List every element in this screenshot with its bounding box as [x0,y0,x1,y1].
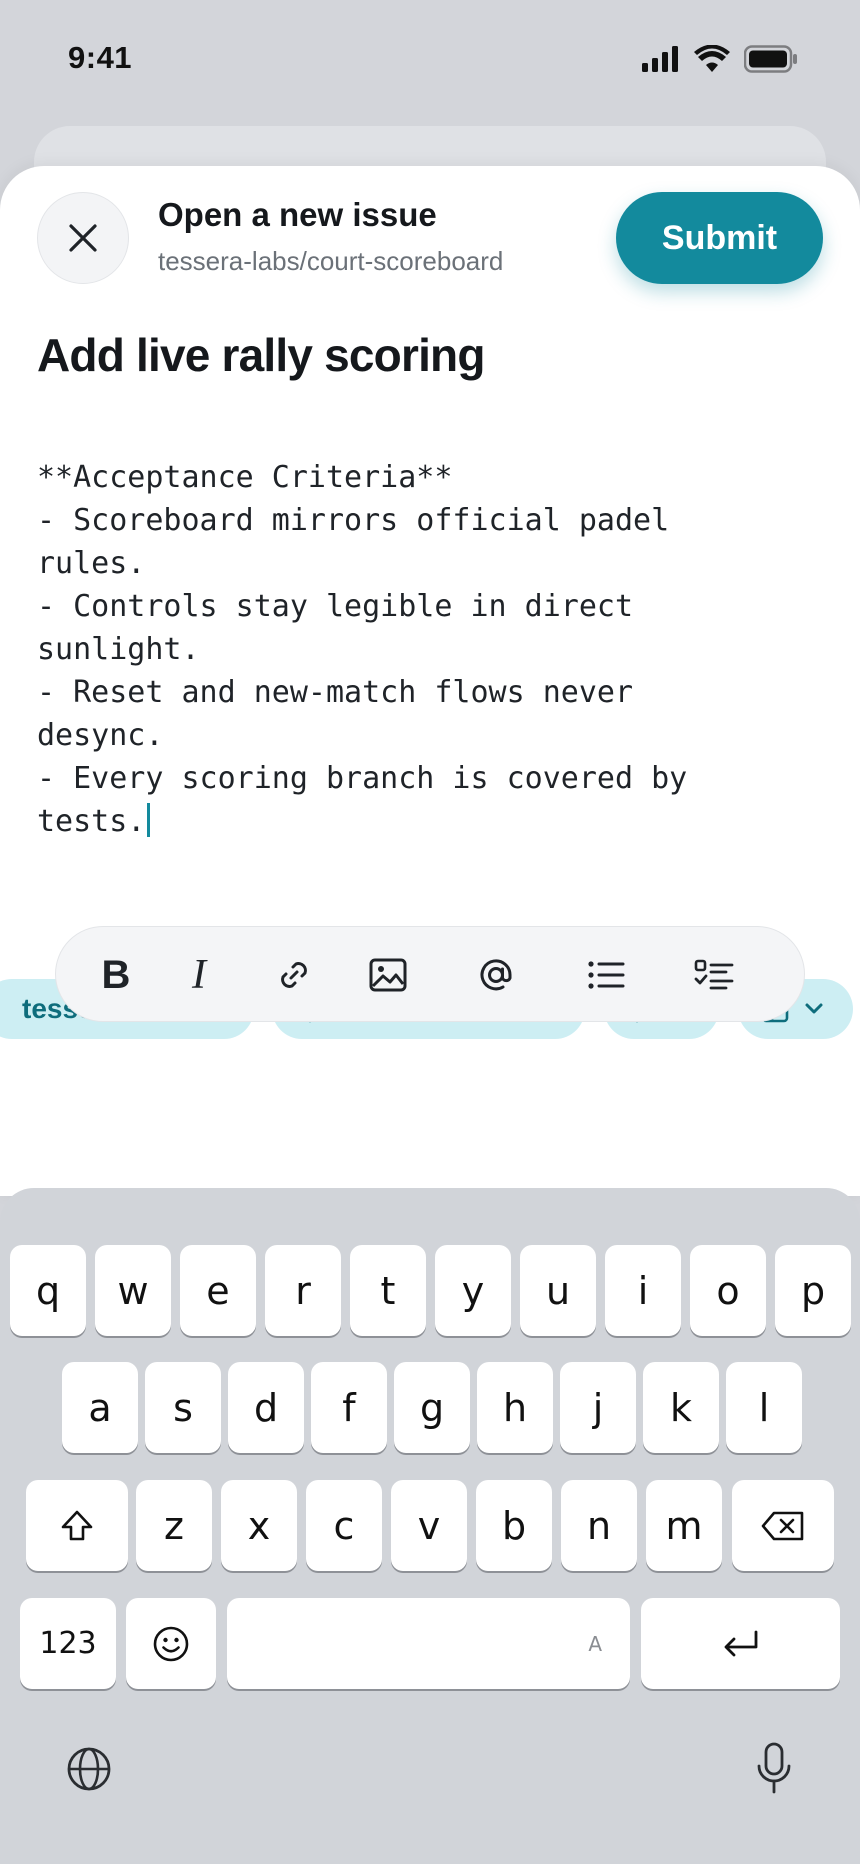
mention-button[interactable] [466,945,526,1005]
key-y[interactable]: y [435,1245,511,1336]
status-bar: 9:41 [0,0,860,120]
numbers-key[interactable]: 123 [20,1598,116,1689]
shift-icon [61,1510,93,1540]
sheet-title: Open a new issue [158,196,437,233]
italic-button[interactable]: I [169,945,229,1005]
new-issue-sheet: Open a new issue tessera-labs/court-scor… [0,166,860,1196]
close-icon [69,224,97,252]
globe-icon [67,1747,111,1791]
link-button[interactable] [264,945,324,1005]
issue-title-input[interactable]: Add live rally scoring [37,328,485,382]
key-q[interactable]: q [10,1245,86,1336]
key-w[interactable]: w [95,1245,171,1336]
key-m[interactable]: m [646,1480,722,1571]
bullet-list-button[interactable] [576,945,636,1005]
key-x[interactable]: x [221,1480,297,1571]
close-button[interactable] [37,192,129,284]
italic-icon: I [192,952,206,998]
text-cursor [147,803,151,837]
submit-button[interactable]: Submit [616,192,823,284]
bold-icon: B [101,952,131,997]
image-button[interactable] [358,945,418,1005]
issue-body-text: **Acceptance Criteria** - Scoreboard mir… [37,460,688,839]
key-k[interactable]: k [643,1362,719,1453]
formatting-toolbar: B I [55,926,805,1022]
key-v[interactable]: v [391,1480,467,1571]
space-key[interactable]: A [227,1598,630,1689]
key-l[interactable]: l [726,1362,802,1453]
key-j[interactable]: j [560,1362,636,1453]
key-e[interactable]: e [180,1245,256,1336]
key-g[interactable]: g [394,1362,470,1453]
mention-icon [480,959,512,991]
key-i[interactable]: i [605,1245,681,1336]
microphone-icon [757,1742,791,1794]
return-key[interactable] [641,1598,840,1689]
chevron-down-icon [805,1003,823,1014]
task-list-button[interactable] [684,945,744,1005]
key-s[interactable]: s [145,1362,221,1453]
key-c[interactable]: c [306,1480,382,1571]
key-o[interactable]: o [690,1245,766,1336]
globe-button[interactable] [62,1742,116,1796]
link-icon [281,962,307,988]
bullet-list-icon [588,961,625,989]
status-time: 9:41 [68,40,133,75]
battery-icon [744,45,797,73]
key-d[interactable]: d [228,1362,304,1453]
repository-name: tessera-labs/court-scoreboard [158,246,504,276]
image-icon [369,958,407,992]
bold-button[interactable]: B [86,945,146,1005]
key-b[interactable]: b [476,1480,552,1571]
return-icon [724,1630,757,1656]
emoji-icon [153,1626,189,1661]
delete-key[interactable] [732,1480,834,1571]
task-list-icon [694,959,734,990]
shift-key[interactable] [26,1480,128,1571]
key-f[interactable]: f [311,1362,387,1453]
key-p[interactable]: p [775,1245,851,1336]
delete-icon [761,1511,804,1540]
key-z[interactable]: z [136,1480,212,1571]
emoji-key[interactable] [126,1598,216,1689]
key-u[interactable]: u [520,1245,596,1336]
key-n[interactable]: n [561,1480,637,1571]
key-h[interactable]: h [477,1362,553,1453]
signal-icon [642,46,678,72]
key-t[interactable]: t [350,1245,426,1336]
status-icons [642,44,798,74]
key-r[interactable]: r [265,1245,341,1336]
wifi-icon [694,45,730,72]
key-a[interactable]: a [62,1362,138,1453]
dictation-button[interactable] [748,1740,800,1798]
issue-body-input[interactable]: **Acceptance Criteria** - Scoreboard mir… [37,456,817,843]
